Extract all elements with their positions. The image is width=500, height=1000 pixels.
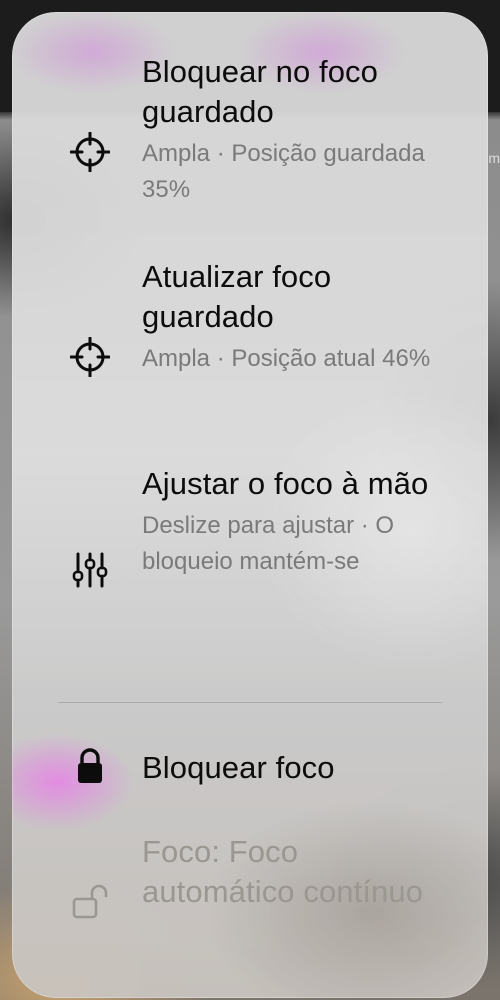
manual-focus-item[interactable]: Ajustar o foco à mão Deslize para ajusta… — [12, 464, 488, 674]
focus-menu-panel: Bloquear no foco guardado Ampla · Posiçã… — [12, 12, 488, 998]
lock-focus-item[interactable]: Bloquear foco — [12, 742, 488, 798]
continuous-autofocus-item: Foco: Foco automático contínuo — [12, 832, 488, 962]
update-saved-focus-item[interactable]: Atualizar foco guardado Ampla · Posição … — [12, 257, 488, 437]
item-subtitle: Ampla · Posição guardada 35% — [142, 140, 425, 203]
crosshair-icon — [70, 337, 110, 377]
lock-icon — [70, 746, 110, 786]
item-title: Atualizar foco guardado — [142, 259, 332, 334]
lock-saved-focus-item[interactable]: Bloquear no foco guardado Ampla · Posiçã… — [12, 52, 488, 232]
item-title: Foco: Foco automático contínuo — [142, 834, 424, 909]
unlock-icon — [70, 882, 110, 922]
item-title: Ajustar o foco à mão — [142, 466, 429, 501]
sliders-icon — [70, 550, 110, 590]
item-subtitle: Deslize para ajustar · O bloqueio mantém… — [142, 512, 395, 575]
crosshair-icon — [70, 132, 110, 172]
menu-divider — [58, 702, 442, 703]
item-title: Bloquear foco — [142, 750, 335, 785]
item-subtitle: Ampla · Posição atual 46% — [142, 345, 431, 372]
background-edge-text: m — [488, 150, 500, 166]
item-title: Bloquear no foco guardado — [142, 54, 378, 129]
